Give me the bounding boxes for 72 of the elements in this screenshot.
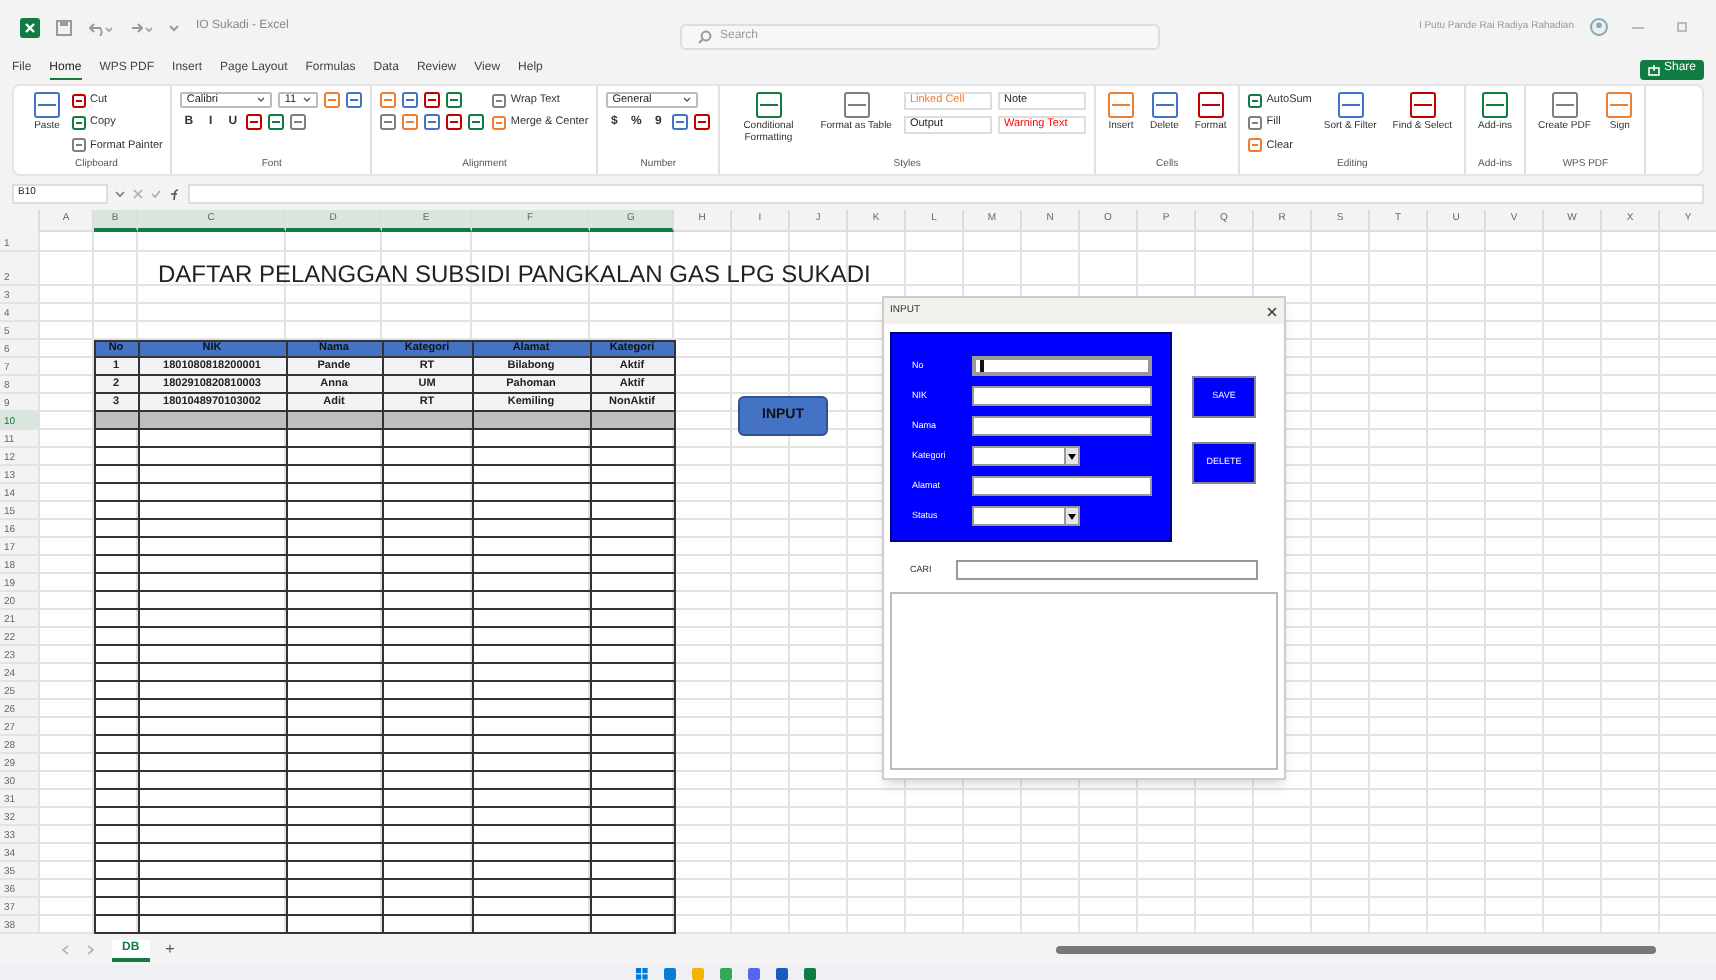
add-sheet-button[interactable]: + bbox=[165, 938, 175, 962]
taskbar-app-icon[interactable] bbox=[664, 968, 676, 980]
taskbar-app-icon[interactable] bbox=[748, 968, 760, 980]
command-icon[interactable] bbox=[1606, 92, 1633, 118]
previous-sheet-icon[interactable] bbox=[60, 944, 70, 956]
command-icon[interactable] bbox=[1337, 92, 1364, 118]
command-icon[interactable] bbox=[1151, 92, 1178, 118]
search-icon bbox=[698, 30, 712, 44]
command-icon[interactable] bbox=[755, 92, 782, 118]
command-icon[interactable] bbox=[1482, 92, 1509, 118]
command-icon[interactable] bbox=[72, 138, 86, 153]
command-icon[interactable] bbox=[424, 114, 441, 130]
command-icon[interactable] bbox=[402, 114, 419, 130]
command-icon[interactable] bbox=[268, 114, 285, 130]
command-icon[interactable] bbox=[694, 114, 711, 130]
windows-start-icon[interactable] bbox=[636, 968, 648, 980]
sheet-title: DAFTAR PELANGGAN SUBSIDI PANGKALAN GAS LPG SUKADI bbox=[158, 258, 871, 292]
undo-icon[interactable] bbox=[88, 19, 112, 35]
redo-icon[interactable] bbox=[128, 19, 152, 35]
function-icon[interactable] bbox=[168, 187, 182, 201]
input-field[interactable] bbox=[972, 416, 1152, 436]
command-icon[interactable] bbox=[1248, 138, 1263, 153]
command-icon[interactable] bbox=[34, 92, 60, 118]
command-icon[interactable] bbox=[446, 92, 463, 108]
caret-icon[interactable] bbox=[114, 188, 126, 200]
horizontal-scrollbar[interactable] bbox=[1056, 946, 1656, 954]
command-icon[interactable] bbox=[492, 115, 507, 130]
command-icon[interactable] bbox=[1248, 115, 1263, 130]
formula-input[interactable] bbox=[188, 184, 1704, 204]
excel-logo-icon bbox=[20, 17, 40, 37]
command-icon[interactable] bbox=[843, 92, 870, 118]
caret-icon bbox=[256, 96, 267, 104]
command-icon[interactable] bbox=[1409, 92, 1436, 118]
command-icon[interactable] bbox=[1197, 92, 1224, 118]
command-icon[interactable] bbox=[72, 93, 86, 108]
command-icon[interactable] bbox=[246, 114, 263, 130]
save-icon[interactable] bbox=[56, 19, 72, 35]
dropdown-field[interactable] bbox=[972, 446, 1080, 466]
command-icon[interactable] bbox=[290, 114, 307, 130]
check-icon[interactable] bbox=[150, 188, 162, 200]
command-icon[interactable] bbox=[1248, 93, 1263, 108]
command-icon[interactable] bbox=[1107, 92, 1134, 118]
command-icon[interactable] bbox=[402, 92, 419, 108]
close-icon[interactable] bbox=[1266, 305, 1278, 317]
command-icon[interactable] bbox=[346, 92, 363, 108]
search-field[interactable] bbox=[956, 560, 1258, 580]
command-icon[interactable] bbox=[672, 114, 689, 130]
text-cursor bbox=[980, 360, 984, 372]
command-icon[interactable] bbox=[380, 92, 397, 108]
next-sheet-icon[interactable] bbox=[86, 944, 96, 956]
cancel-icon[interactable] bbox=[132, 188, 144, 200]
input-field[interactable] bbox=[972, 476, 1152, 496]
dropdown-field[interactable] bbox=[972, 506, 1080, 526]
input-field[interactable] bbox=[972, 386, 1152, 406]
command-icon[interactable] bbox=[492, 93, 507, 108]
dropdown-caret-icon[interactable] bbox=[168, 21, 180, 33]
command-icon[interactable] bbox=[72, 115, 86, 130]
caret-icon bbox=[682, 96, 693, 104]
avatar-icon[interactable] bbox=[1590, 18, 1608, 36]
command-icon[interactable] bbox=[324, 92, 341, 108]
command-icon[interactable] bbox=[1551, 92, 1578, 118]
caret-icon bbox=[302, 96, 313, 104]
command-icon[interactable] bbox=[424, 92, 441, 108]
command-icon[interactable] bbox=[468, 114, 485, 130]
taskbar-app-icon[interactable] bbox=[804, 968, 816, 980]
caret-icon bbox=[1068, 513, 1076, 519]
input-field[interactable] bbox=[972, 356, 1152, 376]
share-icon bbox=[1647, 63, 1660, 75]
taskbar-app-icon[interactable] bbox=[776, 968, 788, 980]
command-icon[interactable] bbox=[446, 114, 463, 130]
command-icon[interactable] bbox=[380, 114, 397, 130]
caret-icon bbox=[1068, 453, 1076, 459]
